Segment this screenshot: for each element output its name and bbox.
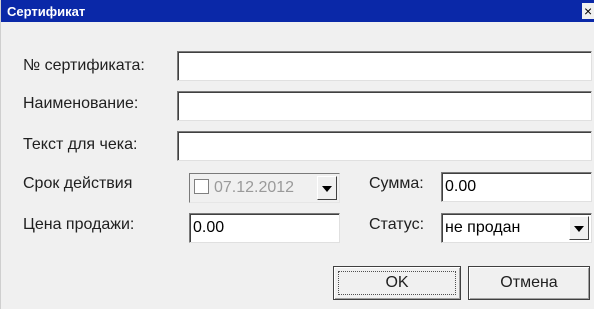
sale-price-value: 0.00	[193, 219, 225, 236]
validity-checkbox[interactable]	[194, 179, 209, 194]
close-button[interactable]: ×	[582, 3, 594, 19]
close-icon: ×	[584, 3, 593, 19]
sale-price-label: Цена продажи:	[23, 216, 135, 233]
focus-rectangle	[338, 271, 456, 295]
receipt-text-field[interactable]	[177, 131, 592, 161]
sum-value: 0.00	[445, 178, 477, 195]
validity-label: Срок действия	[23, 175, 133, 192]
cancel-button[interactable]: Отмена	[468, 266, 590, 300]
ok-button[interactable]: OK	[333, 266, 461, 300]
sale-price-field[interactable]: 0.00	[189, 213, 340, 243]
name-label: Наименование:	[23, 95, 139, 112]
certificate-number-label: № сертификата:	[23, 57, 145, 74]
certificate-number-field[interactable]	[177, 51, 592, 81]
validity-dropdown-button[interactable]	[317, 176, 337, 200]
status-label: Статус:	[369, 216, 425, 233]
name-field[interactable]	[177, 91, 592, 121]
certificate-dialog: Сертификат × № сертификата: Наименование…	[0, 0, 594, 309]
cancel-button-label: Отмена	[500, 274, 558, 291]
title-bar: Сертификат ×	[1, 0, 594, 22]
status-selected-value: не продан	[445, 219, 521, 236]
status-select[interactable]: не продан	[441, 213, 592, 243]
chevron-down-icon	[574, 226, 584, 232]
receipt-text-label: Текст для чека:	[23, 136, 138, 153]
status-dropdown-button[interactable]	[569, 216, 589, 240]
chevron-down-icon	[322, 186, 332, 192]
sum-label: Сумма:	[369, 175, 424, 192]
window-title: Сертификат	[7, 4, 86, 19]
validity-date-picker[interactable]: 07.12.2012	[189, 173, 340, 203]
sum-field[interactable]: 0.00	[441, 172, 592, 202]
validity-date-value: 07.12.2012	[214, 179, 295, 196]
